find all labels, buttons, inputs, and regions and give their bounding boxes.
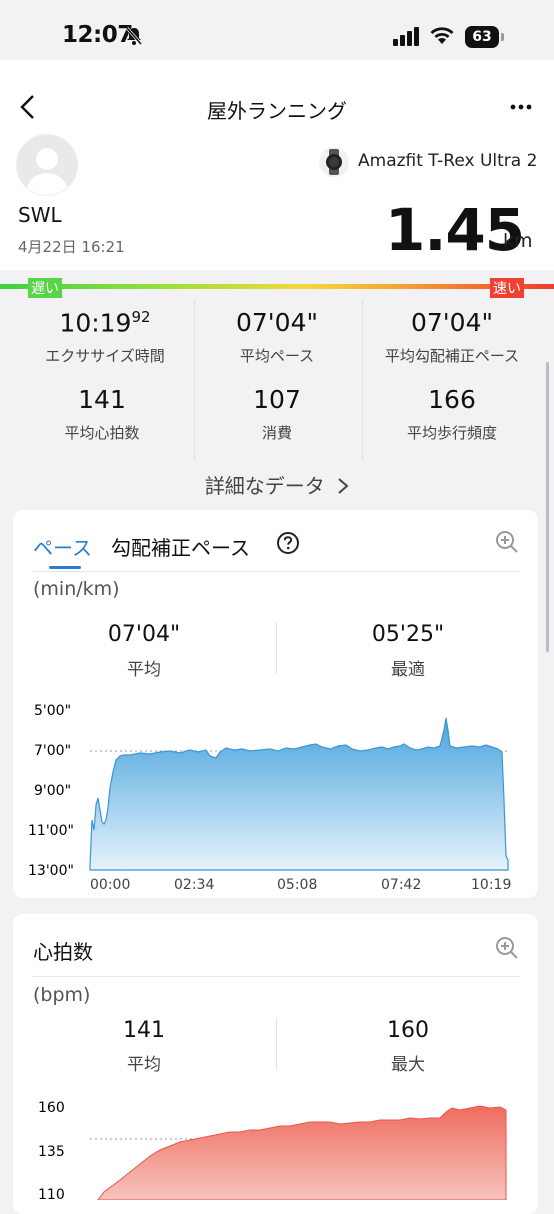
- y-tick: 135: [38, 1144, 65, 1160]
- battery-level: 63: [465, 26, 499, 48]
- zoom-in-icon[interactable]: [495, 936, 519, 960]
- hr-y-axis: 160 135 110: [38, 1100, 65, 1200]
- stats-divider: [362, 300, 363, 460]
- detailed-data-link[interactable]: 詳細なデータ: [0, 470, 554, 499]
- hr-max-label: 最大: [391, 1055, 425, 1075]
- stat-calories: 107 消費: [185, 385, 369, 443]
- stat-label: 平均勾配補正ペース: [384, 347, 520, 365]
- stat-label: 平均ペース: [239, 347, 315, 365]
- status-time: 12:07: [62, 22, 133, 48]
- fast-label: 速い: [490, 278, 524, 298]
- watch-icon: [319, 147, 349, 177]
- stat-value: 141: [78, 385, 126, 414]
- pace-y-axis: 5'00" 7'00" 9'00" 11'00" 13'00": [28, 703, 74, 879]
- x-tick: 05:08: [277, 877, 317, 893]
- slow-label: 遅い: [28, 278, 62, 298]
- user-silhouette-icon: [25, 148, 69, 195]
- card-divider: [33, 976, 519, 977]
- y-tick: 13'00": [28, 863, 74, 879]
- x-tick: 10:19: [471, 877, 511, 893]
- stat-value-sup: 92: [131, 308, 151, 326]
- tab-active-indicator: [49, 566, 81, 569]
- pace-gradient-bar: [0, 284, 554, 289]
- hr-avg-value: 141: [123, 1018, 165, 1043]
- stat-label: エクササイズ時間: [45, 347, 165, 366]
- card-divider: [33, 571, 519, 572]
- x-tick: 02:34: [174, 877, 214, 893]
- y-tick: 9'00": [34, 783, 71, 799]
- tab-grade-adjusted-pace[interactable]: 勾配補正ペース: [111, 532, 250, 561]
- battery-icon: 63: [465, 26, 505, 48]
- summary-divider: [276, 622, 277, 674]
- y-tick: 7'00": [34, 743, 71, 759]
- y-tick: 11'00": [28, 823, 74, 839]
- y-tick: 160: [38, 1100, 65, 1116]
- chevron-right-icon: [338, 478, 349, 494]
- stats-divider: [194, 300, 195, 460]
- tab-pace[interactable]: ペース: [33, 532, 92, 561]
- stat-value: 07'04": [411, 308, 493, 337]
- stat-value: 07'04": [236, 308, 318, 337]
- avatar[interactable]: [16, 134, 78, 196]
- username: SWL: [18, 203, 62, 227]
- x-tick: 07:42: [381, 877, 421, 893]
- pace-best-label: 最適: [391, 660, 425, 680]
- detailed-data-label: 詳細なデータ: [204, 474, 325, 498]
- wifi-icon: [430, 27, 454, 44]
- heart-rate-title: 心拍数: [33, 940, 93, 964]
- distance-unit: km: [503, 230, 533, 252]
- stat-label: 消費: [261, 424, 292, 442]
- stat-avg-cadence: 166 平均歩行頻度: [360, 385, 544, 443]
- hr-avg-label: 平均: [127, 1055, 161, 1075]
- activity-datetime: 4月22日 16:21: [18, 238, 125, 256]
- stat-value: 10:19: [59, 308, 132, 338]
- stat-avg-heart-rate: 141 平均心拍数: [10, 385, 194, 443]
- summary-divider: [276, 1018, 277, 1070]
- pace-x-axis: 00:00 02:34 05:08 07:42 10:19: [90, 877, 511, 893]
- pace-chart[interactable]: 5'00" 7'00" 9'00" 11'00" 13'00" 00:00 02…: [20, 700, 520, 896]
- scrollbar[interactable]: [546, 362, 549, 652]
- help-icon[interactable]: [276, 531, 300, 555]
- bell-muted-icon: [125, 27, 143, 45]
- device-name[interactable]: Amazfit T-Rex Ultra 2: [358, 151, 537, 171]
- heart-rate-chart[interactable]: 160 135 110: [20, 1094, 520, 1200]
- stat-label: 平均歩行頻度: [406, 424, 497, 442]
- heart-rate-area: [97, 1105, 507, 1200]
- pace-avg-value: 07'04": [107, 622, 181, 647]
- hr-max-value: 160: [387, 1018, 429, 1043]
- page-title: 屋外ランニング: [207, 99, 347, 123]
- stat-label: 平均心拍数: [64, 424, 140, 442]
- zoom-in-icon[interactable]: [495, 530, 519, 554]
- pace-avg-label: 平均: [127, 660, 161, 680]
- y-tick: 5'00": [34, 703, 71, 719]
- more-options-icon[interactable]: [510, 104, 532, 110]
- stat-exercise-time: 10:1992 エクササイズ時間: [13, 308, 197, 366]
- stat-value: 166: [428, 385, 476, 414]
- stat-avg-grade-pace: 07'04" 平均勾配補正ペース: [360, 308, 544, 366]
- heart-rate-unit: (bpm): [33, 984, 91, 1006]
- cellular-signal-icon: [393, 27, 419, 46]
- stat-value: 107: [253, 385, 301, 414]
- pace-area: [89, 717, 509, 871]
- pace-unit: (min/km): [33, 578, 120, 600]
- x-tick: 00:00: [90, 877, 130, 893]
- stat-avg-pace: 07'04" 平均ペース: [185, 308, 369, 366]
- pace-best-value: 05'25": [371, 622, 445, 647]
- y-tick: 110: [38, 1187, 65, 1200]
